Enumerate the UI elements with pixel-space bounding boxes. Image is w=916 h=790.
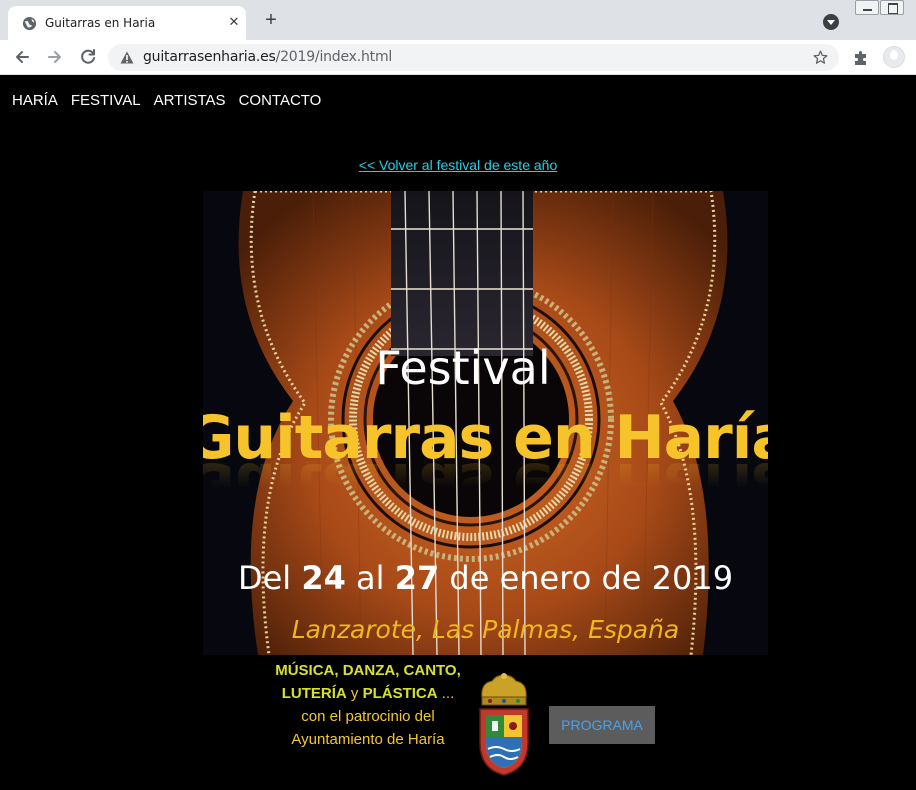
- site-navigation: HARÍA FESTIVAL ARTISTAS CONTACTO: [12, 92, 321, 109]
- minimize-button[interactable]: [855, 0, 879, 15]
- puzzle-icon[interactable]: [852, 49, 870, 67]
- browser-tab[interactable]: Guitarras en Haria ✕: [8, 6, 246, 40]
- restore-button[interactable]: [880, 0, 904, 15]
- back-link-container: << Volver al festival de este año: [0, 157, 916, 175]
- date-end: 27: [394, 559, 440, 597]
- date-start: 24: [301, 559, 346, 597]
- nav-link-artistas[interactable]: ARTISTAS: [154, 92, 226, 109]
- reload-icon[interactable]: [77, 46, 99, 68]
- poster-title: Guitarras en Haría: [203, 403, 768, 473]
- nav-link-contacto[interactable]: CONTACTO: [239, 92, 322, 109]
- chevron-down-icon[interactable]: [823, 14, 839, 30]
- plus-icon[interactable]: +: [262, 10, 280, 30]
- dates-mid: al: [345, 559, 395, 597]
- poster-location: Lanzarote, Las Palmas, España: [291, 615, 680, 644]
- web-page: HARÍA FESTIVAL ARTISTAS CONTACTO << Volv…: [0, 75, 916, 790]
- programa-button[interactable]: PROGRAMA: [549, 706, 655, 744]
- warning-icon[interactable]: [120, 51, 134, 64]
- dates-suffix: de enero de 2019: [439, 559, 734, 597]
- poster-dates: Del 24 al 27 de enero de 2019: [203, 559, 768, 597]
- avatar-icon[interactable]: [883, 46, 905, 68]
- window-controls: [855, 0, 916, 16]
- back-to-current-festival-link[interactable]: << Volver al festival de este año: [359, 157, 557, 173]
- url-host: guitarrasenharia.es: [143, 49, 276, 65]
- url-path: /2019/index.html: [275, 49, 393, 65]
- tab-title: Guitarras en Haria: [45, 16, 156, 30]
- address-bar[interactable]: guitarrasenharia.es/2019/index.html: [108, 44, 839, 71]
- nav-link-festival[interactable]: FESTIVAL: [71, 92, 141, 109]
- arrow-left-icon[interactable]: [11, 46, 33, 68]
- url-text: guitarrasenharia.es/2019/index.html: [143, 49, 392, 65]
- haria-coat-of-arms-icon: [479, 673, 529, 776]
- globe-icon: [22, 16, 37, 31]
- arrow-right-icon[interactable]: [44, 46, 66, 68]
- desc-connector: y: [346, 685, 363, 702]
- star-icon[interactable]: [812, 49, 829, 66]
- dates-prefix: Del: [237, 559, 302, 597]
- desc-highlight-plastica: PLÁSTICA: [362, 685, 438, 702]
- tab-strip: Guitarras en Haria ✕ +: [0, 0, 916, 40]
- poster-festival-label: Festival: [375, 341, 551, 395]
- festival-poster: Festival Guitarras en Haría Guitarras en…: [203, 191, 768, 655]
- nav-link-haria[interactable]: HARÍA: [12, 92, 58, 109]
- festival-description: MÚSICA, DANZA, CANTO, LUTERÍA y PLÁSTICA…: [272, 659, 464, 751]
- close-icon[interactable]: ✕: [226, 14, 242, 30]
- browser-toolbar: guitarrasenharia.es/2019/index.html: [0, 40, 916, 75]
